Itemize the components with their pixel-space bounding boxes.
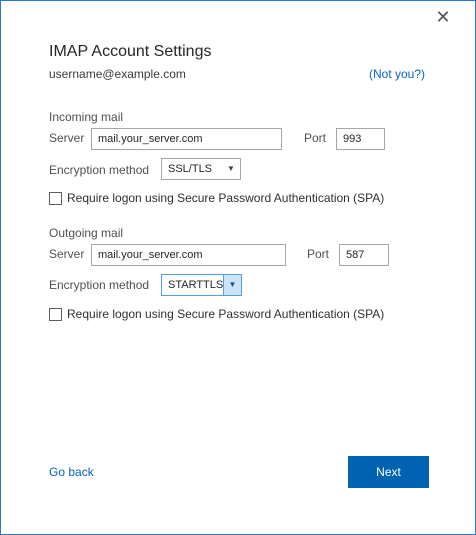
outgoing-spa-checkbox[interactable] [49,308,62,321]
incoming-encryption-value: SSL/TLS [168,163,213,175]
close-icon[interactable]: ✕ [431,5,455,29]
outgoing-encryption-select[interactable]: STARTTLS ▼ [161,274,242,296]
imap-settings-dialog: ✕ IMAP Account Settings username@example… [0,0,476,535]
incoming-port-label: Port [304,131,327,145]
incoming-encryption-label: Encryption method [49,163,150,177]
next-button[interactable]: Next [348,456,429,488]
account-email: username@example.com [49,67,186,81]
outgoing-encryption-label: Encryption method [49,278,150,292]
dialog-title: IMAP Account Settings [49,43,212,60]
incoming-port-input[interactable] [336,128,385,150]
incoming-spa-checkbox[interactable] [49,192,62,205]
incoming-server-input[interactable] [91,128,282,150]
outgoing-server-label: Server [49,247,85,261]
incoming-encryption-select[interactable]: SSL/TLS ▼ [161,158,241,180]
not-you-link[interactable]: (Not you?) [369,67,425,81]
go-back-link[interactable]: Go back [49,465,94,479]
outgoing-server-input[interactable] [91,244,286,266]
outgoing-encryption-value: STARTTLS [168,279,224,291]
incoming-server-label: Server [49,131,85,145]
outgoing-port-input[interactable] [339,244,389,266]
outgoing-mail-heading: Outgoing mail [49,226,124,240]
outgoing-spa-label: Require logon using Secure Password Auth… [67,307,385,321]
outgoing-port-label: Port [307,247,330,261]
incoming-spa-label: Require logon using Secure Password Auth… [67,191,385,205]
chevron-down-icon: ▼ [223,275,241,295]
chevron-down-icon: ▼ [227,164,235,173]
incoming-mail-heading: Incoming mail [49,110,124,124]
